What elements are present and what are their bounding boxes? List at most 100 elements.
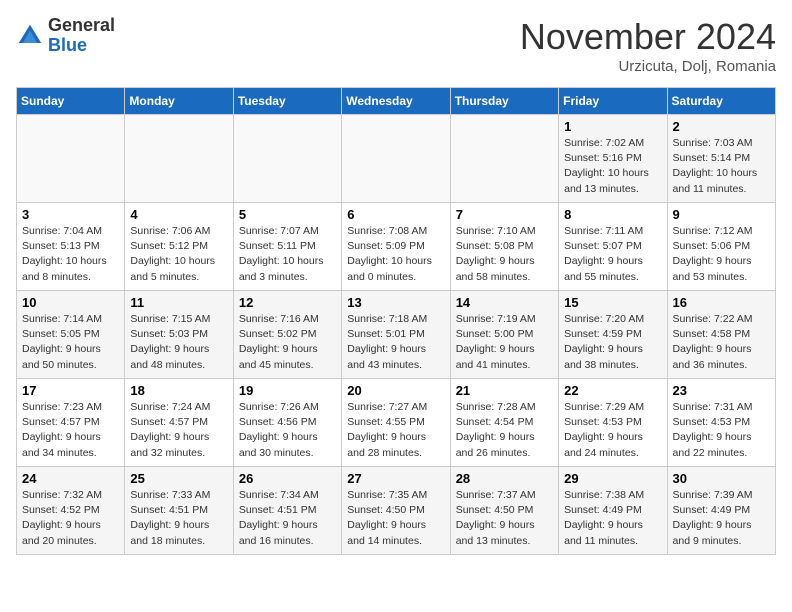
logo: General Blue <box>16 16 115 56</box>
calendar-week: 1 Sunrise: 7:02 AMSunset: 5:16 PMDaylight… <box>17 115 776 203</box>
day-info: Sunrise: 7:16 AMSunset: 5:02 PMDaylight:… <box>239 312 336 373</box>
day-number: 16 <box>673 295 770 310</box>
day-number: 17 <box>22 383 119 398</box>
day-number: 28 <box>456 471 553 486</box>
calendar-cell <box>233 115 341 203</box>
calendar-cell: 13 Sunrise: 7:18 AMSunset: 5:01 PMDayligh… <box>342 291 450 379</box>
calendar-cell: 20Sunrise: 7:27 AMSunset: 4:55 PMDayligh… <box>342 379 450 467</box>
logo-general-text: General <box>48 16 115 36</box>
weekday-header: Sunday <box>17 88 125 115</box>
day-info: Sunrise: 7:38 AMSunset: 4:49 PMDaylight:… <box>564 488 661 549</box>
day-number: 15 <box>564 295 661 310</box>
day-number: 25 <box>130 471 227 486</box>
day-info: Sunrise: 7:20 AMSunset: 4:59 PMDaylight:… <box>564 312 661 373</box>
calendar-cell: 27Sunrise: 7:35 AMSunset: 4:50 PMDayligh… <box>342 467 450 555</box>
month-title: November 2024 <box>520 16 776 58</box>
day-number: 5 <box>239 207 336 222</box>
day-info: Sunrise: 7:04 AMSunset: 5:13 PMDaylight:… <box>22 224 119 285</box>
calendar-cell: 21 Sunrise: 7:28 AMSunset: 4:54 PMDayligh… <box>450 379 558 467</box>
day-info: Sunrise: 7:10 AMSunset: 5:08 PMDaylight:… <box>456 224 553 285</box>
logo-blue-text: Blue <box>48 36 115 56</box>
day-info: Sunrise: 7:26 AMSunset: 4:56 PMDaylight:… <box>239 400 336 461</box>
calendar-week: 3Sunrise: 7:04 AMSunset: 5:13 PMDaylight… <box>17 203 776 291</box>
calendar-week: 10 Sunrise: 7:14 AMSunset: 5:05 PMDayligh… <box>17 291 776 379</box>
day-info: Sunrise: 7:31 AMSunset: 4:53 PMDaylight:… <box>673 400 770 461</box>
calendar-table: SundayMondayTuesdayWednesdayThursdayFrid… <box>16 87 776 555</box>
day-number: 13 <box>347 295 444 310</box>
day-info: Sunrise: 7:22 AMSunset: 4:58 PMDaylight:… <box>673 312 770 373</box>
calendar-cell: 4Sunrise: 7:06 AMSunset: 5:12 PMDaylight… <box>125 203 233 291</box>
day-number: 14 <box>456 295 553 310</box>
day-info: Sunrise: 7:19 AMSunset: 5:00 PMDaylight:… <box>456 312 553 373</box>
day-info: Sunrise: 7:12 AMSunset: 5:06 PMDaylight:… <box>673 224 770 285</box>
calendar-cell: 17 Sunrise: 7:23 AMSunset: 4:57 PMDayligh… <box>17 379 125 467</box>
weekday-header: Monday <box>125 88 233 115</box>
calendar-cell: 18Sunrise: 7:24 AMSunset: 4:57 PMDayligh… <box>125 379 233 467</box>
calendar-cell: 7 Sunrise: 7:10 AMSunset: 5:08 PMDaylight… <box>450 203 558 291</box>
calendar-cell: 8 Sunrise: 7:11 AMSunset: 5:07 PMDaylight… <box>559 203 667 291</box>
calendar-body: 1 Sunrise: 7:02 AMSunset: 5:16 PMDaylight… <box>17 115 776 555</box>
calendar-cell: 15 Sunrise: 7:20 AMSunset: 4:59 PMDayligh… <box>559 291 667 379</box>
calendar-cell: 9 Sunrise: 7:12 AMSunset: 5:06 PMDaylight… <box>667 203 775 291</box>
day-number: 23 <box>673 383 770 398</box>
calendar-cell: 10 Sunrise: 7:14 AMSunset: 5:05 PMDayligh… <box>17 291 125 379</box>
day-info: Sunrise: 7:06 AMSunset: 5:12 PMDaylight:… <box>130 224 227 285</box>
day-number: 26 <box>239 471 336 486</box>
day-number: 30 <box>673 471 770 486</box>
day-number: 12 <box>239 295 336 310</box>
day-info: Sunrise: 7:03 AMSunset: 5:14 PMDaylight:… <box>673 136 770 197</box>
day-info: Sunrise: 7:33 AMSunset: 4:51 PMDaylight:… <box>130 488 227 549</box>
day-info: Sunrise: 7:35 AMSunset: 4:50 PMDaylight:… <box>347 488 444 549</box>
weekday-header: Tuesday <box>233 88 341 115</box>
calendar-cell <box>450 115 558 203</box>
day-number: 20 <box>347 383 444 398</box>
day-info: Sunrise: 7:23 AMSunset: 4:57 PMDaylight:… <box>22 400 119 461</box>
day-info: Sunrise: 7:11 AMSunset: 5:07 PMDaylight:… <box>564 224 661 285</box>
day-number: 2 <box>673 119 770 134</box>
day-number: 7 <box>456 207 553 222</box>
calendar-cell: 25 Sunrise: 7:33 AMSunset: 4:51 PMDayligh… <box>125 467 233 555</box>
day-number: 11 <box>130 295 227 310</box>
calendar-cell: 26 Sunrise: 7:34 AMSunset: 4:51 PMDayligh… <box>233 467 341 555</box>
page-header: General Blue November 2024 Urzicuta, Dol… <box>16 16 776 75</box>
day-info: Sunrise: 7:24 AMSunset: 4:57 PMDaylight:… <box>130 400 227 461</box>
calendar-cell: 28Sunrise: 7:37 AMSunset: 4:50 PMDayligh… <box>450 467 558 555</box>
day-info: Sunrise: 7:02 AMSunset: 5:16 PMDaylight:… <box>564 136 661 197</box>
day-info: Sunrise: 7:28 AMSunset: 4:54 PMDaylight:… <box>456 400 553 461</box>
calendar-week: 24Sunrise: 7:32 AMSunset: 4:52 PMDayligh… <box>17 467 776 555</box>
day-info: Sunrise: 7:18 AMSunset: 5:01 PMDaylight:… <box>347 312 444 373</box>
day-info: Sunrise: 7:34 AMSunset: 4:51 PMDaylight:… <box>239 488 336 549</box>
calendar-header: SundayMondayTuesdayWednesdayThursdayFrid… <box>17 88 776 115</box>
calendar-cell <box>342 115 450 203</box>
day-number: 8 <box>564 207 661 222</box>
calendar-cell: 19 Sunrise: 7:26 AMSunset: 4:56 PMDayligh… <box>233 379 341 467</box>
day-number: 10 <box>22 295 119 310</box>
calendar-cell: 6 Sunrise: 7:08 AMSunset: 5:09 PMDaylight… <box>342 203 450 291</box>
weekday-header: Wednesday <box>342 88 450 115</box>
calendar-cell: 16 Sunrise: 7:22 AMSunset: 4:58 PMDayligh… <box>667 291 775 379</box>
calendar-cell: 12 Sunrise: 7:16 AMSunset: 5:02 PMDayligh… <box>233 291 341 379</box>
day-number: 1 <box>564 119 661 134</box>
day-number: 29 <box>564 471 661 486</box>
day-number: 9 <box>673 207 770 222</box>
day-info: Sunrise: 7:14 AMSunset: 5:05 PMDaylight:… <box>22 312 119 373</box>
calendar-cell: 24Sunrise: 7:32 AMSunset: 4:52 PMDayligh… <box>17 467 125 555</box>
weekday-header: Saturday <box>667 88 775 115</box>
day-number: 19 <box>239 383 336 398</box>
day-number: 6 <box>347 207 444 222</box>
location: Urzicuta, Dolj, Romania <box>520 58 776 75</box>
calendar-cell <box>125 115 233 203</box>
calendar-cell: 2 Sunrise: 7:03 AMSunset: 5:14 PMDaylight… <box>667 115 775 203</box>
day-number: 21 <box>456 383 553 398</box>
calendar-cell: 1 Sunrise: 7:02 AMSunset: 5:16 PMDaylight… <box>559 115 667 203</box>
calendar-cell <box>17 115 125 203</box>
day-info: Sunrise: 7:39 AMSunset: 4:49 PMDaylight:… <box>673 488 770 549</box>
calendar-cell: 22Sunrise: 7:29 AMSunset: 4:53 PMDayligh… <box>559 379 667 467</box>
weekday-header: Thursday <box>450 88 558 115</box>
calendar-week: 17 Sunrise: 7:23 AMSunset: 4:57 PMDayligh… <box>17 379 776 467</box>
day-number: 22 <box>564 383 661 398</box>
logo-icon <box>16 22 44 50</box>
day-info: Sunrise: 7:07 AMSunset: 5:11 PMDaylight:… <box>239 224 336 285</box>
calendar-cell: 11Sunrise: 7:15 AMSunset: 5:03 PMDayligh… <box>125 291 233 379</box>
day-info: Sunrise: 7:08 AMSunset: 5:09 PMDaylight:… <box>347 224 444 285</box>
